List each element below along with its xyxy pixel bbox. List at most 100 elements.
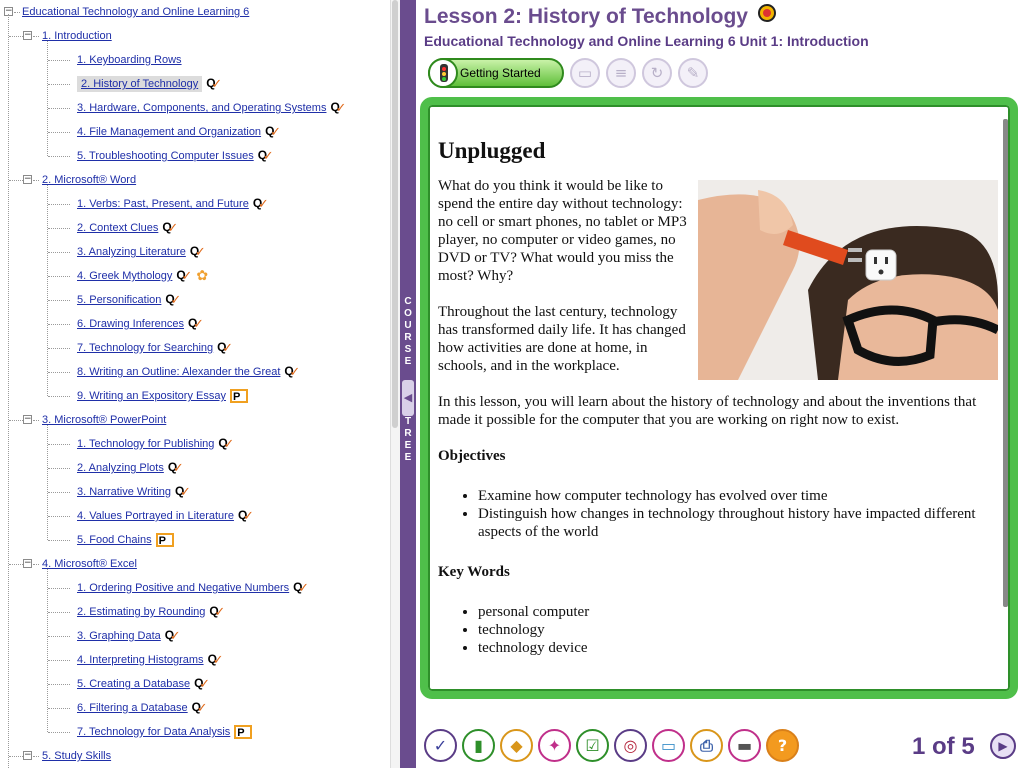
lesson-header: Lesson 2: History of Technology Educatio…	[424, 4, 1024, 49]
target-icon[interactable]: ◎	[614, 729, 647, 762]
unit-collapse-toggle[interactable]: −	[23, 415, 32, 424]
lesson-item[interactable]: 5. Personification Q ✓	[77, 291, 181, 309]
lesson-item-link[interactable]: 3. Narrative Writing	[77, 486, 171, 498]
content-heading: Unplugged	[438, 138, 546, 163]
check-icon[interactable]: ✓	[424, 729, 457, 762]
lesson-item[interactable]: 1. Technology for Publishing Q ✓	[77, 435, 234, 453]
tree-connector	[48, 444, 70, 445]
collapse-tree-icon[interactable]: ◀	[402, 380, 414, 416]
lesson-item-link[interactable]: 2. Context Clues	[77, 222, 158, 234]
unit-item-link[interactable]: 5. Study Skills	[42, 750, 111, 762]
course-tree-divider[interactable]: COURSETREE ◀	[400, 0, 416, 768]
lesson-item-link[interactable]: 1. Ordering Positive and Negative Number…	[77, 582, 289, 594]
unit-collapse-toggle[interactable]: −	[23, 559, 32, 568]
lesson-item-link[interactable]: 2. Analyzing Plots	[77, 462, 164, 474]
unit-item[interactable]: 5. Study Skills	[42, 747, 111, 765]
course-tree-scroll-thumb[interactable]	[392, 0, 398, 428]
lesson-item-link[interactable]: 2. Estimating by Rounding	[77, 606, 205, 618]
lesson-item[interactable]: 9. Writing an Expository Essay P	[77, 387, 248, 405]
lesson-item-link[interactable]: 4. File Management and Organization	[77, 126, 261, 138]
pushpin-icon[interactable]: ✦	[538, 729, 571, 762]
lesson-item-link[interactable]: 1. Technology for Publishing	[77, 438, 214, 450]
lesson-item-link[interactable]: 8. Writing an Outline: Alexander the Gre…	[77, 366, 280, 378]
lesson-item[interactable]: 4. File Management and Organization Q ✓	[77, 123, 281, 141]
unit-collapse-toggle[interactable]: −	[23, 31, 32, 40]
monitor-icon[interactable]: ▭	[652, 729, 685, 762]
lesson-item-link[interactable]: 5. Personification	[77, 294, 161, 306]
globe-icon[interactable]	[757, 4, 776, 22]
unit-item-link[interactable]: 4. Microsoft® Excel	[42, 558, 137, 570]
lesson-item-link[interactable]: 4. Values Portrayed in Literature	[77, 510, 234, 522]
unit-item[interactable]: 1. Introduction	[42, 27, 112, 45]
unit-item[interactable]: 2. Microsoft® Word	[42, 171, 136, 189]
lesson-item-link[interactable]: 6. Filtering a Database	[77, 702, 188, 714]
lesson-item[interactable]: 6. Drawing Inferences Q ✓	[77, 315, 204, 333]
lesson-item-link[interactable]: 4. Interpreting Histograms	[77, 654, 204, 666]
lesson-item[interactable]: 3. Hardware, Components, and Operating S…	[77, 99, 346, 117]
lesson-item-link[interactable]: 6. Drawing Inferences	[77, 318, 184, 330]
tree-connector	[48, 516, 70, 517]
lesson-item[interactable]: 3. Narrative Writing Q ✓	[77, 483, 191, 501]
next-page-icon[interactable]: ▶	[990, 733, 1016, 759]
tree-connector	[48, 396, 70, 397]
printer-icon[interactable]: ⎙	[690, 729, 723, 762]
lesson-item-link[interactable]: 1. Keyboarding Rows	[77, 54, 182, 66]
unit-item[interactable]: 4. Microsoft® Excel	[42, 555, 137, 573]
lesson-item[interactable]: 2. Estimating by Rounding Q ✓	[77, 603, 225, 621]
checklist-icon[interactable]: ☑	[576, 729, 609, 762]
lesson-item[interactable]: 5. Creating a Database Q ✓	[77, 675, 210, 693]
lesson-item[interactable]: 8. Writing an Outline: Alexander the Gre…	[77, 363, 300, 381]
lesson-item-link[interactable]: 9. Writing an Expository Essay	[77, 390, 226, 402]
lesson-item[interactable]: 2. Analyzing Plots Q ✓	[77, 459, 184, 477]
lesson-item[interactable]: 4. Values Portrayed in Literature Q ✓	[77, 507, 254, 525]
getting-started-button[interactable]: Getting Started	[428, 58, 564, 88]
books-icon[interactable]: ≡	[606, 58, 636, 88]
unit-item[interactable]: 3. Microsoft® PowerPoint	[42, 411, 166, 429]
lesson-item[interactable]: 3. Graphing Data Q ✓	[77, 627, 181, 645]
lesson-item[interactable]: 4. Greek Mythology Q ✓ ✿	[77, 267, 210, 285]
unit-item-link[interactable]: 2. Microsoft® Word	[42, 174, 136, 186]
lesson-item-link[interactable]: 3. Graphing Data	[77, 630, 161, 642]
course-title-item-link[interactable]: Educational Technology and Online Learni…	[22, 6, 249, 18]
unit-item-link[interactable]: 3. Microsoft® PowerPoint	[42, 414, 166, 426]
lesson-item[interactable]: 6. Filtering a Database Q ✓	[77, 699, 208, 717]
quiz-check-icon: Q ✓	[189, 244, 206, 261]
page-icon[interactable]: ▭	[570, 58, 600, 88]
lesson-item-link[interactable]: 3. Hardware, Components, and Operating S…	[77, 102, 326, 114]
tree-connector	[48, 300, 70, 301]
unit-collapse-toggle[interactable]: −	[23, 175, 32, 184]
lesson-item[interactable]: 3. Analyzing Literature Q ✓	[77, 243, 206, 261]
unit-collapse-toggle[interactable]: −	[23, 751, 32, 760]
lesson-item[interactable]: 1. Keyboarding Rows	[77, 51, 182, 69]
lesson-item[interactable]: 2. Context Clues Q ✓	[77, 219, 178, 237]
lesson-item[interactable]: 2. History of Technology Q ✓	[77, 75, 222, 93]
quiz-check-icon: Q ✓	[194, 676, 211, 693]
lesson-item-link[interactable]: 5. Food Chains	[77, 534, 152, 546]
lesson-item-link[interactable]: 2. History of Technology	[77, 76, 203, 92]
objectives-heading: Objectives	[438, 448, 506, 464]
lesson-item[interactable]: 7. Technology for Data Analysis P	[77, 723, 253, 741]
course-title-item[interactable]: Educational Technology and Online Learni…	[22, 3, 249, 21]
unit-item-link[interactable]: 1. Introduction	[42, 30, 112, 42]
content-scrollbar[interactable]	[1003, 119, 1008, 607]
lesson-item[interactable]: 7. Technology for Searching Q ✓	[77, 339, 233, 357]
refresh-icon[interactable]: ↻	[642, 58, 672, 88]
lesson-item[interactable]: 1. Ordering Positive and Negative Number…	[77, 579, 309, 597]
lesson-item-link[interactable]: 7. Technology for Searching	[77, 342, 213, 354]
lesson-item-link[interactable]: 7. Technology for Data Analysis	[77, 726, 230, 738]
lesson-item-link[interactable]: 5. Troubleshooting Computer Issues	[77, 150, 254, 162]
lesson-item[interactable]: 4. Interpreting Histograms Q ✓	[77, 651, 224, 669]
lesson-item[interactable]: 5. Food Chains P	[77, 531, 174, 549]
backpack-icon[interactable]: ◆	[500, 729, 533, 762]
lesson-item[interactable]: 5. Troubleshooting Computer Issues Q ✓	[77, 147, 274, 165]
lesson-item-link[interactable]: 4. Greek Mythology	[77, 270, 172, 282]
lesson-item-link[interactable]: 5. Creating a Database	[77, 678, 190, 690]
help-icon[interactable]: ?	[766, 729, 799, 762]
lesson-item-link[interactable]: 1. Verbs: Past, Present, and Future	[77, 198, 249, 210]
scanner-icon[interactable]: ▬	[728, 729, 761, 762]
lesson-item-link[interactable]: 3. Analyzing Literature	[77, 246, 186, 258]
tree-connector	[48, 732, 70, 733]
lesson-item[interactable]: 1. Verbs: Past, Present, and Future Q ✓	[77, 195, 269, 213]
book-icon[interactable]: ▮	[462, 729, 495, 762]
notes-icon[interactable]: ✎	[678, 58, 708, 88]
